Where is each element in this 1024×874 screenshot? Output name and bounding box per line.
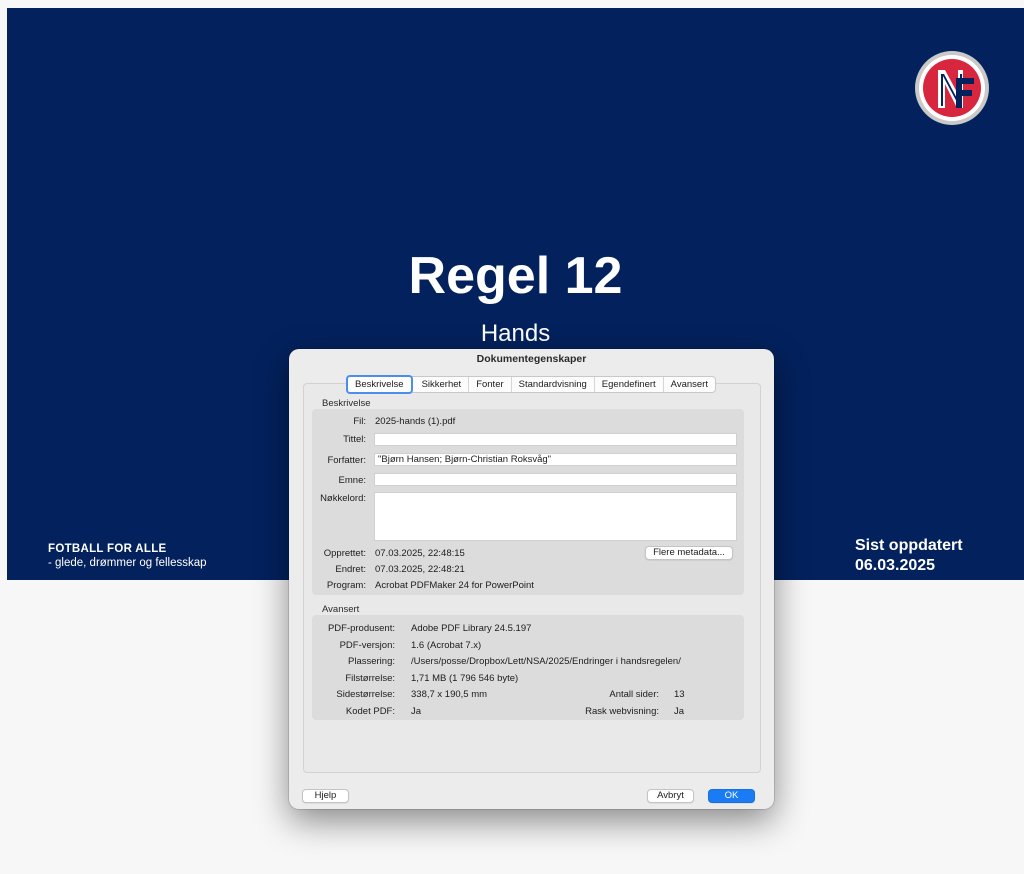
author-label: Forfatter:: [327, 455, 366, 466]
created-label: Opprettet:: [323, 548, 366, 559]
document-properties-dialog: Dokumentegenskaper Beskrivelse Sikkerhet…: [289, 349, 774, 809]
help-button[interactable]: Hjelp: [302, 789, 349, 803]
tab-fonter[interactable]: Fonter: [469, 377, 512, 392]
tab-egendefinert[interactable]: Egendefinert: [595, 377, 664, 392]
producer-value: Adobe PDF Library 24.5.197: [411, 623, 532, 634]
tab-sikkerhet[interactable]: Sikkerhet: [415, 377, 470, 392]
filesize-value: 1,71 MB (1 796 546 byte): [411, 673, 519, 684]
created-value: 07.03.2025, 22:48:15: [375, 548, 465, 559]
nff-logo-icon: [915, 51, 989, 125]
pages-value: 13: [674, 689, 685, 700]
last-updated: Sist oppdatert 06.03.2025: [855, 536, 963, 576]
producer-label: PDF-produsent:: [327, 623, 395, 634]
fast-web-label: Rask webvisning:: [585, 706, 659, 717]
slogan: FOTBALL FOR ALLE - glede, drømmer og fel…: [48, 542, 207, 570]
fast-web-value: Ja: [674, 706, 685, 717]
more-metadata-button[interactable]: Flere metadata...: [645, 546, 733, 560]
dialog-title: Dokumentegenskaper: [476, 353, 587, 365]
subject-field[interactable]: [374, 473, 737, 486]
file-value: 2025-hands (1).pdf: [375, 416, 456, 427]
pdf-version-value: 1.6 (Acrobat 7.x): [411, 640, 482, 651]
slogan-line-2: - glede, drømmer og fellesskap: [48, 557, 207, 569]
slide-subtitle: Hands: [480, 320, 551, 347]
last-updated-date: 06.03.2025: [855, 557, 936, 574]
description-section-label: Beskrivelse: [322, 398, 371, 409]
program-value: Acrobat PDFMaker 24 for PowerPoint: [375, 580, 534, 591]
advanced-section-label: Avansert: [322, 604, 360, 615]
tagged-pdf-value: Ja: [411, 706, 422, 717]
title-field[interactable]: [374, 433, 737, 446]
subject-label: Emne:: [338, 475, 366, 486]
cancel-button[interactable]: Avbryt: [647, 789, 694, 803]
tagged-pdf-label: Kodet PDF:: [345, 706, 395, 717]
keywords-label: Nøkkelord:: [320, 493, 366, 504]
location-value: /Users/posse/Dropbox/Lett/NSA/2025/Endri…: [411, 656, 681, 667]
pdf-version-label: PDF-versjon:: [339, 640, 395, 651]
last-updated-label: Sist oppdatert: [855, 537, 963, 554]
location-label: Plassering:: [348, 656, 395, 667]
file-label: Fil:: [353, 416, 366, 427]
ok-button[interactable]: OK: [708, 789, 755, 803]
author-field[interactable]: "Bjørn Hansen; Bjørn-Christian Roksvåg": [374, 453, 737, 466]
modified-value: 07.03.2025, 22:48:21: [375, 564, 465, 575]
slogan-line-1: FOTBALL FOR ALLE: [48, 543, 167, 555]
tab-beskrivelse[interactable]: Beskrivelse: [346, 375, 413, 394]
title-label: Tittel:: [343, 434, 366, 445]
program-label: Program:: [326, 580, 366, 591]
tab-standardvisning[interactable]: Standardvisning: [512, 377, 595, 392]
filesize-label: Filstørrelse:: [345, 673, 395, 684]
slide-title: Regel 12: [408, 247, 623, 305]
keywords-field[interactable]: [374, 492, 737, 541]
tab-bar: Beskrivelse Sikkerhet Fonter Standardvis…: [346, 375, 716, 394]
pagesize-value: 338,7 x 190,5 mm: [411, 689, 488, 700]
modified-label: Endret:: [335, 564, 366, 575]
pages-label: Antall sider:: [609, 689, 659, 700]
pagesize-label: Sidestørrelse:: [336, 689, 395, 700]
tab-avansert[interactable]: Avansert: [664, 377, 715, 392]
